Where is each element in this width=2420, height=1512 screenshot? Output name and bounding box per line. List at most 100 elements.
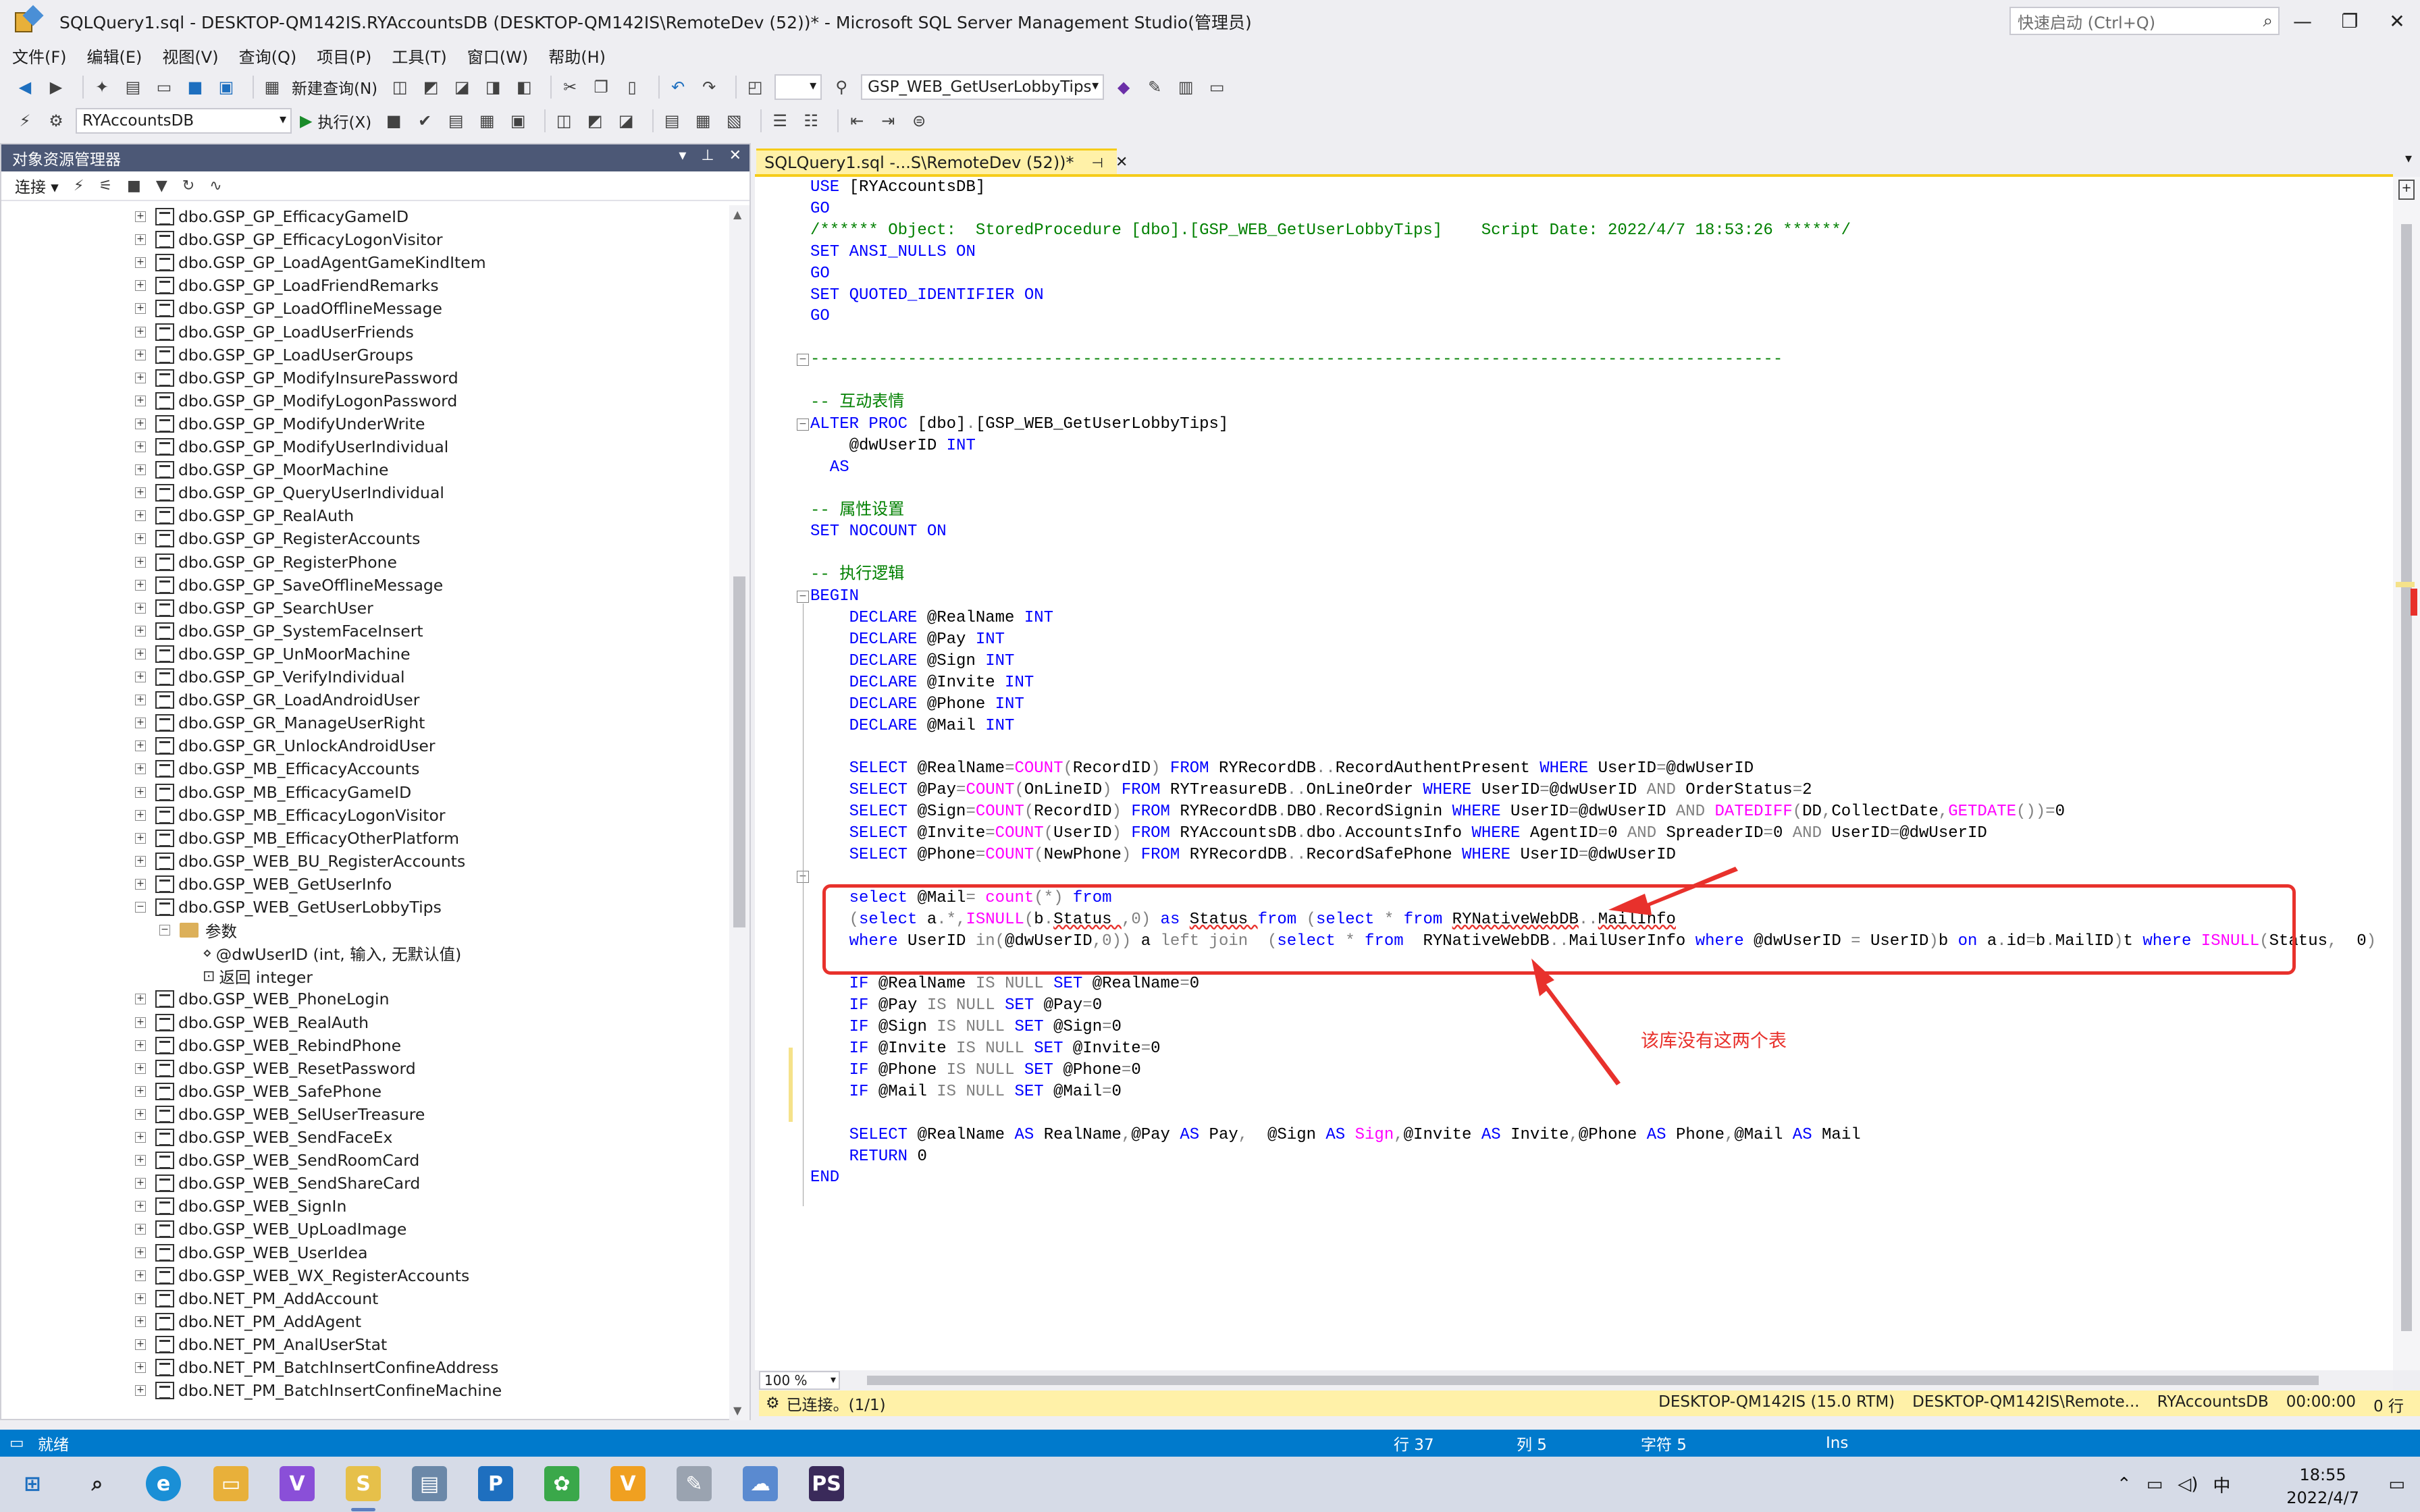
specify-values-icon[interactable]: ⊜ xyxy=(908,109,930,132)
toolbox-icon[interactable]: ▥ xyxy=(1174,76,1197,99)
expand-icon[interactable]: + xyxy=(135,786,146,798)
scroll-down-icon[interactable]: ▼ xyxy=(733,1404,741,1417)
expand-icon[interactable]: + xyxy=(135,326,146,338)
split-icon[interactable]: + xyxy=(2398,180,2415,200)
tree-item[interactable]: + dbo.GSP_WEB_UpLoadImage xyxy=(135,1218,406,1241)
expand-icon[interactable]: + xyxy=(135,648,146,659)
close-button[interactable]: ✕ xyxy=(2378,4,2416,38)
expand-icon[interactable]: + xyxy=(135,1270,146,1281)
expand-icon[interactable]: + xyxy=(135,695,146,706)
tree-item[interactable]: + dbo.GSP_GR_UnlockAndroidUser xyxy=(135,734,436,757)
expand-icon[interactable]: + xyxy=(135,809,146,821)
activity-icon[interactable]: ∿ xyxy=(209,178,221,194)
tree-item[interactable]: + dbo.GSP_WEB_SignIn xyxy=(135,1195,346,1218)
tree-item[interactable]: + dbo.GSP_GP_EfficacyLogonVisitor xyxy=(135,228,443,251)
dmx-query-icon[interactable]: ◪ xyxy=(450,76,473,99)
tree-item[interactable]: − dbo.GSP_WEB_GetUserLobbyTips xyxy=(135,896,442,919)
tree-item[interactable]: + dbo.GSP_WEB_GetUserInfo xyxy=(135,873,392,896)
tree-item[interactable]: + dbo.GSP_WEB_BU_RegisterAccounts xyxy=(135,850,465,873)
pin-icon[interactable]: ⊣ xyxy=(1092,155,1103,171)
menu-query[interactable]: 查询(Q) xyxy=(239,44,297,68)
tree-item[interactable]: + dbo.GSP_GR_LoadAndroidUser xyxy=(135,688,419,711)
expand-icon[interactable]: + xyxy=(135,602,146,614)
expand-icon[interactable]: + xyxy=(135,1339,146,1350)
tree-item[interactable]: + dbo.GSP_GP_ModifyUserIndividual xyxy=(135,435,448,458)
expand-icon[interactable]: + xyxy=(135,1085,146,1097)
tree-item[interactable]: + dbo.GSP_GP_SearchUser xyxy=(135,597,373,620)
results-text-icon[interactable]: ▤ xyxy=(660,109,683,132)
chevron-down-icon[interactable]: ▾ xyxy=(2405,150,2412,166)
include-plan-icon[interactable]: ◫ xyxy=(552,109,575,132)
redo-icon[interactable]: ↷ xyxy=(698,76,720,99)
expand-icon[interactable]: + xyxy=(135,1040,146,1051)
filter-icon[interactable]: ▼ xyxy=(156,178,167,194)
tab-sqlquery1[interactable]: SQLQuery1.sql -...S\RemoteDev (52))* ⊣ ✕ xyxy=(756,148,1128,174)
tree-item[interactable]: + dbo.GSP_GP_MoorMachine xyxy=(135,458,389,481)
live-stats-icon[interactable]: ◩ xyxy=(583,109,606,132)
expand-icon[interactable]: + xyxy=(135,718,146,729)
tree-item[interactable]: + dbo.NET_PM_AddAgent xyxy=(135,1310,361,1333)
client-stats-icon[interactable]: ◪ xyxy=(614,109,637,132)
expand-icon[interactable]: + xyxy=(135,1132,146,1143)
clock[interactable]: 18:55 2022/4/7 xyxy=(2286,1463,2359,1509)
editor-vertical-scrollbar[interactable]: + xyxy=(2393,177,2420,1370)
tree-item[interactable]: + dbo.GSP_WEB_WX_RegisterAccounts xyxy=(135,1264,469,1287)
tree-item[interactable]: + dbo.GSP_GP_RegisterPhone xyxy=(135,551,397,574)
quick-launch-input[interactable]: 快速启动 (Ctrl+Q) ⌕ xyxy=(2009,7,2280,35)
expand-icon[interactable]: + xyxy=(135,855,146,867)
solution-config-combo[interactable]: ▾ xyxy=(774,74,822,100)
tree-item[interactable]: + dbo.GSP_MB_EfficacyAccounts xyxy=(135,757,419,780)
stop-icon[interactable]: ■ xyxy=(382,109,405,132)
database-combo[interactable]: RYAccountsDB ▾ xyxy=(76,108,292,134)
results-pane-icon[interactable]: ▣ xyxy=(506,109,529,132)
pin-icon[interactable]: ⊥ xyxy=(701,147,714,164)
restore-button[interactable]: ❐ xyxy=(2331,4,2369,38)
expand-icon[interactable]: + xyxy=(135,579,146,591)
visual-studio-icon[interactable]: V xyxy=(280,1466,315,1501)
expand-icon[interactable]: + xyxy=(135,487,146,499)
search-icon[interactable]: ⌕ xyxy=(80,1466,115,1501)
collapse-region-icon[interactable]: − xyxy=(797,418,809,431)
undo-icon[interactable]: ↶ xyxy=(666,76,689,99)
collapse-region-icon[interactable]: − xyxy=(797,591,809,603)
menu-edit[interactable]: 编辑(E) xyxy=(87,44,142,68)
expand-icon[interactable]: + xyxy=(135,280,146,292)
app-icon-green[interactable]: ✿ xyxy=(544,1466,579,1501)
change-connection-icon[interactable]: ⚙ xyxy=(45,109,68,132)
decrease-indent-icon[interactable]: ⇤ xyxy=(845,109,868,132)
app-icon-tools[interactable]: ✎ xyxy=(677,1466,712,1501)
tree-item[interactable]: + dbo.GSP_GP_SaveOfflineMessage xyxy=(135,574,443,597)
tree-item[interactable]: + dbo.GSP_GP_ModifyUnderWrite xyxy=(135,412,425,435)
tree-item[interactable]: + dbo.GSP_GP_LoadFriendRemarks xyxy=(135,274,439,297)
results-grid-icon[interactable]: ▦ xyxy=(691,109,714,132)
chevron-down-icon[interactable]: ▾ xyxy=(679,147,686,164)
menu-view[interactable]: 视图(V) xyxy=(162,44,218,68)
expand-icon[interactable]: + xyxy=(135,1062,146,1074)
save-all-icon[interactable]: ▣ xyxy=(215,76,238,99)
tree-item[interactable]: + dbo.GSP_WEB_SelUserTreasure xyxy=(135,1103,425,1126)
tree-item[interactable]: + dbo.GSP_GP_ModifyLogonPassword xyxy=(135,389,457,412)
expand-icon[interactable]: + xyxy=(135,1247,146,1258)
expand-icon[interactable]: + xyxy=(135,464,146,476)
tree-item[interactable]: + dbo.GSP_GR_ManageUserRight xyxy=(135,711,425,734)
expand-icon[interactable]: + xyxy=(135,441,146,452)
tree-item[interactable]: + dbo.GSP_WEB_SendShareCard xyxy=(135,1172,420,1195)
tree-item[interactable]: + dbo.GSP_GP_QueryUserIndividual xyxy=(135,481,444,504)
tree-item[interactable]: + dbo.NET_PM_AddAccount xyxy=(135,1287,378,1310)
connect-icon[interactable]: ⚡ xyxy=(14,109,36,132)
expand-icon[interactable]: + xyxy=(135,1293,146,1304)
collapse-icon[interactable]: − xyxy=(159,925,170,936)
tree-item[interactable]: + dbo.NET_PM_BatchInsertConfineMachine xyxy=(135,1379,502,1402)
collapse-icon[interactable]: − xyxy=(135,902,146,913)
close-icon[interactable]: ✕ xyxy=(1115,154,1128,171)
expand-icon[interactable]: + xyxy=(135,1178,146,1189)
app-icon-generic[interactable]: ▤ xyxy=(412,1466,447,1501)
parse-icon[interactable]: ✔ xyxy=(413,109,436,132)
app-icon-p[interactable]: P xyxy=(478,1466,513,1501)
command-window-icon[interactable]: ▭ xyxy=(1205,76,1228,99)
menu-help[interactable]: 帮助(H) xyxy=(548,44,606,68)
expand-icon[interactable]: + xyxy=(135,832,146,844)
increase-indent-icon[interactable]: ⇥ xyxy=(876,109,899,132)
expand-icon[interactable]: + xyxy=(135,763,146,775)
tree-parameter[interactable]: ⋄ @dwUserID (int, 输入, 无默认值) xyxy=(203,942,461,965)
